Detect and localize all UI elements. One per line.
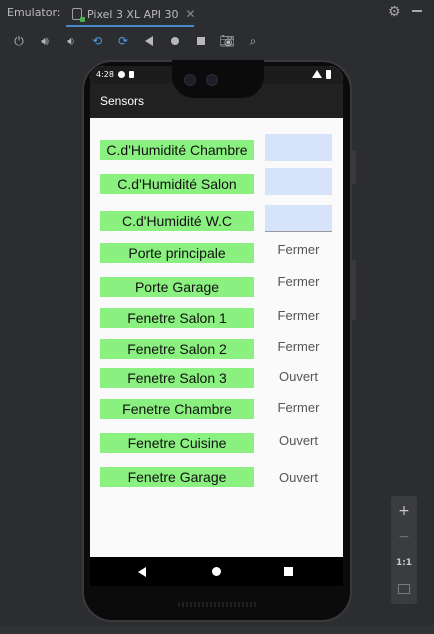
phone-screen: 4:28 Sensors C.d'Humidité Chambre C.d'Hu…	[90, 66, 343, 586]
speaker-grille	[178, 602, 258, 607]
volume-side-button	[352, 260, 356, 320]
power-icon[interactable]: ⏻	[6, 30, 32, 52]
fenetre-salon-1-value: Fermer	[277, 308, 320, 323]
sensor-label-humidity-wc: C.d'Humidité W.C	[100, 211, 254, 231]
emulator-header: Emulator: Pixel 3 XL API 30 ✕ ⚙	[0, 0, 434, 28]
signal-icon	[312, 70, 322, 78]
emulator-label: Emulator:	[7, 6, 61, 19]
porte-garage-value: Fermer	[277, 274, 320, 289]
sensor-label-fenetre-chambre: Fenetre Chambre	[100, 399, 254, 419]
notification-icon	[118, 71, 125, 78]
device-icon	[72, 8, 85, 22]
battery-icon	[326, 70, 331, 79]
actual-size-button[interactable]: 1:1	[391, 552, 417, 574]
volume-down-icon[interactable]: 🔉︎	[58, 30, 84, 52]
device-tab[interactable]: Pixel 3 XL API 30 ✕	[72, 3, 196, 25]
sensor-label-humidity-chambre: C.d'Humidité Chambre	[100, 140, 254, 160]
android-nav-bar	[90, 557, 343, 586]
humidity-salon-value[interactable]	[265, 168, 332, 195]
sensor-label-fenetre-cuisine: Fenetre Cuisine	[100, 433, 254, 453]
humidity-chambre-value[interactable]	[265, 134, 332, 161]
zoom-panel: + − 1:1	[391, 496, 417, 604]
zoom-search-icon[interactable]: ⌕	[240, 30, 266, 52]
bottom-strip	[0, 626, 434, 634]
app-title: Sensors	[100, 94, 145, 108]
back-icon[interactable]	[136, 30, 162, 52]
power-side-button	[352, 150, 356, 184]
sensor-label-fenetre-garage: Fenetre Garage	[100, 467, 254, 487]
minimize-icon[interactable]	[412, 10, 422, 12]
front-camera-icon	[206, 74, 218, 86]
device-tab-label: Pixel 3 XL API 30	[87, 7, 179, 21]
fenetre-salon-2-value: Fermer	[277, 339, 320, 354]
close-icon[interactable]: ✕	[186, 7, 196, 21]
fenetre-salon-3-value: Ouvert	[278, 369, 318, 384]
fenetre-chambre-value: Fermer	[277, 400, 320, 415]
rotate-right-icon[interactable]: ⟳	[110, 30, 136, 52]
back-icon[interactable]	[138, 567, 146, 577]
sim-icon	[129, 71, 134, 78]
fenetre-garage-value: Ouvert	[278, 470, 318, 485]
home-icon[interactable]	[162, 30, 188, 52]
humidity-wc-value[interactable]	[265, 205, 332, 232]
home-icon[interactable]	[212, 567, 221, 576]
status-time: 4:28	[96, 70, 114, 79]
camera-icon[interactable]: 📷︎	[214, 30, 240, 52]
zoom-out-button[interactable]: −	[391, 526, 417, 548]
fit-screen-icon[interactable]	[391, 578, 417, 600]
sensor-label-porte-principale: Porte principale	[100, 243, 254, 263]
front-camera-icon	[184, 74, 196, 86]
porte-principale-value: Fermer	[277, 242, 320, 257]
rotate-left-icon[interactable]: ⟲	[84, 30, 110, 52]
volume-up-icon[interactable]: 🔊︎	[32, 30, 58, 52]
tab-underline	[66, 25, 194, 27]
gear-icon[interactable]: ⚙	[388, 4, 401, 20]
recents-icon[interactable]	[284, 567, 293, 576]
overview-icon[interactable]	[188, 30, 214, 52]
sensor-label-humidity-salon: C.d'Humidité Salon	[100, 174, 254, 194]
sensor-label-porte-garage: Porte Garage	[100, 277, 254, 297]
sensor-label-fenetre-salon-3: Fenetre Salon 3	[100, 368, 254, 388]
sensor-label-fenetre-salon-2: Fenetre Salon 2	[100, 339, 254, 359]
sensor-label-fenetre-salon-1: Fenetre Salon 1	[100, 308, 254, 328]
zoom-in-button[interactable]: +	[391, 500, 417, 522]
emulator-toolbar: ⏻ 🔊︎ 🔉︎ ⟲ ⟳ 📷︎ ⌕	[0, 29, 434, 53]
fenetre-cuisine-value: Ouvert	[278, 433, 318, 448]
